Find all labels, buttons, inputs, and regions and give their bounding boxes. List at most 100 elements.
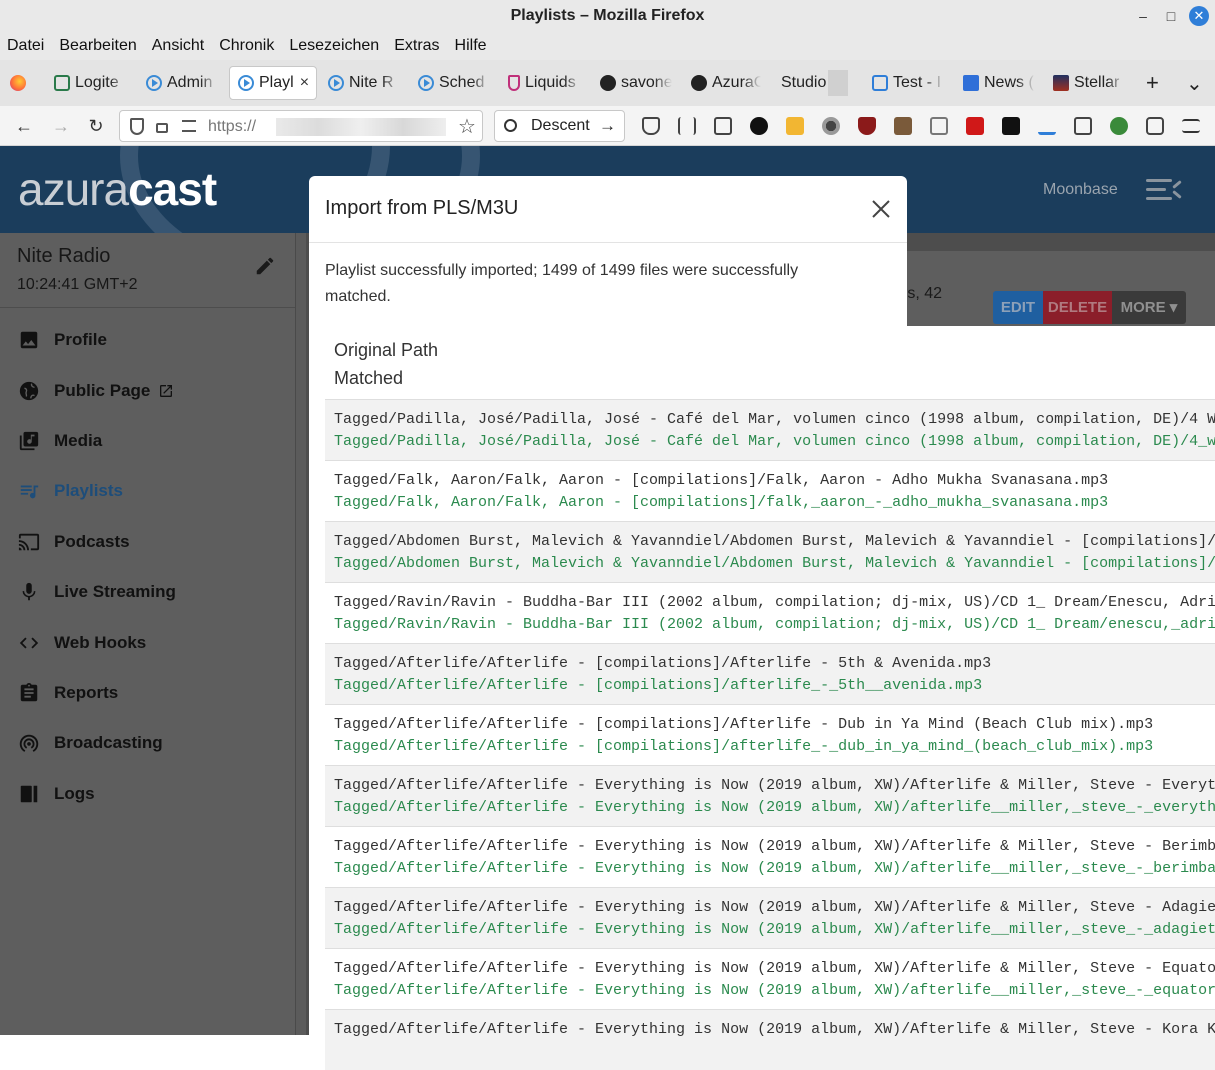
maximize-button[interactable]: □ [1161,6,1181,26]
sidebar-item-reports[interactable]: Reports [18,681,118,705]
window-title: Playlists – Mozilla Firefox [510,7,705,24]
tab-7[interactable]: AzuraC [691,66,761,100]
lock-icon[interactable] [156,123,168,133]
extensions-puzzle-icon[interactable] [1146,117,1164,135]
edit-pencil-icon[interactable] [254,255,276,277]
tab-9[interactable]: Test - I [872,66,944,100]
table-row: Tagged/Afterlife/Afterlife - Everything … [325,826,1215,887]
firefox-view-button[interactable] [10,66,32,100]
search-go-icon[interactable]: → [599,116,616,136]
tab-0[interactable]: Logite [54,66,128,100]
m-extension-icon[interactable] [750,117,768,135]
sidebar-item-broadcasting[interactable]: Broadcasting [18,731,163,755]
sidebar-item-public-page[interactable]: Public Page [18,379,174,403]
original-path: Tagged/Afterlife/Afterlife - Everything … [334,777,1215,794]
sidebar-icon[interactable] [714,117,732,135]
search-bar[interactable]: Descent → [494,110,625,142]
back-arrow-icon[interactable]: ← [13,115,35,137]
tab-3[interactable]: Nite R [328,66,400,100]
sidebar-item-web-hooks[interactable]: Web Hooks [18,631,146,655]
delete-button[interactable]: DELETE [1043,291,1112,324]
reload-icon[interactable]: ↻ [85,115,107,137]
sidebar-item-label: Media [54,431,103,450]
station-time: 10:24:41 GMT+2 [17,276,138,293]
ublock-icon[interactable] [858,117,876,135]
tab-6[interactable]: savone [600,66,672,100]
original-path: Tagged/Afterlife/Afterlife - Everything … [334,960,1215,977]
extension-brown-icon[interactable] [894,117,912,135]
forward-arrow-icon[interactable]: → [50,115,72,137]
external-link-icon [160,385,173,397]
menu-extras[interactable]: Extras [394,37,439,55]
table-row: Tagged/Falk, Aaron/Falk, Aaron - [compil… [325,460,1215,521]
extension-alert-icon[interactable] [1110,117,1128,135]
table-row: Tagged/Abdomen Burst, Malevich & Yavannd… [325,521,1215,582]
table-row: Tagged/Padilla, José/Padilla, José - Caf… [325,399,1215,460]
sidebar-item-podcasts[interactable]: Podcasts [18,530,130,554]
more-dropdown-button[interactable]: MORE ▾ [1112,291,1186,324]
menu-hilfe[interactable]: Hilfe [455,37,487,55]
sidebar: Nite Radio 10:24:41 GMT+2 Profile Public… [0,233,296,1035]
tab-2[interactable]: Playl × [229,66,317,100]
tab-2-label: Playl [259,74,294,91]
tab-8[interactable]: Studio [781,66,851,100]
logo-text-bold: cast [128,163,217,215]
pocket-icon[interactable] [642,117,660,135]
shield-icon[interactable] [130,118,144,135]
matched-path: Tagged/Padilla, José/Padilla, José - Caf… [334,433,1215,450]
url-bar[interactable]: https:// ☆ [119,110,483,142]
close-tab-icon[interactable]: × [300,74,309,92]
column-matched: Matched [334,368,404,388]
md-extension-icon[interactable] [1038,117,1056,135]
extension-yellow-icon[interactable] [786,117,804,135]
sidebar-item-label: Reports [54,683,119,702]
news-extension-icon[interactable] [1074,117,1092,135]
markdown-icon[interactable] [1002,117,1020,135]
sidebar-item-profile[interactable]: Profile [18,328,107,352]
sidebar-divider [0,307,295,308]
sidebar-item-label: Public Page [54,381,151,400]
matched-path: Tagged/Afterlife/Afterlife - [compilatio… [334,738,1154,755]
minimize-button[interactable]: – [1133,6,1153,26]
menu-datei[interactable]: Datei [7,37,44,55]
menu-chronik[interactable]: Chronik [219,37,274,55]
youtube-extension-icon[interactable] [966,117,984,135]
tab-10[interactable]: News ( [963,66,1035,100]
close-icon[interactable] [870,198,892,220]
station-menu-link[interactable]: Moonbase [1043,181,1118,199]
original-path: Tagged/Falk, Aaron/Falk, Aaron - [compil… [334,472,1109,489]
tab-list-button[interactable]: ⌄ [1186,66,1206,100]
url-text[interactable]: https:// [208,118,256,136]
new-tab-button[interactable]: + [1146,66,1166,100]
search-text: Descent [531,117,590,134]
sidebar-item-label: Web Hooks [54,633,147,652]
edit-button[interactable]: EDIT [993,291,1043,324]
original-path: Tagged/Afterlife/Afterlife - Everything … [334,838,1215,855]
tab-5[interactable]: Liquids [508,66,582,100]
assignment-icon [20,682,38,702]
sidebar-item-media[interactable]: Media [18,429,102,453]
matched-path: Tagged/Afterlife/Afterlife - Everything … [334,982,1215,999]
menu-ansicht[interactable]: Ansicht [152,37,204,55]
import-success-message: Playlist successfully imported; 1499 of … [325,262,799,305]
menu-bearbeiten[interactable]: Bearbeiten [59,37,136,55]
tab-1[interactable]: Admin [146,66,218,100]
reader-icon[interactable] [930,117,948,135]
tab-11[interactable]: Stellar [1053,66,1125,100]
menu-toggle-icon[interactable] [1146,177,1182,203]
bookmark-star-icon[interactable]: ☆ [458,114,476,139]
menu-lesezeichen[interactable]: Lesezeichen [289,37,379,55]
extension-dots-icon[interactable] [822,117,840,135]
hamburger-menu-icon[interactable] [1182,119,1200,133]
library-icon[interactable] [678,117,696,135]
sidebar-item-live-streaming[interactable]: Live Streaming [18,580,176,604]
original-path: Tagged/Afterlife/Afterlife - [compilatio… [334,716,1154,733]
permissions-icon[interactable] [182,120,196,132]
azuracast-logo[interactable]: azuracast [18,162,217,216]
sidebar-item-playlists[interactable]: Playlists [18,479,123,503]
sidebar-item-label: Profile [54,330,107,349]
sidebar-item-logs[interactable]: Logs [18,782,95,806]
github-icon [691,75,707,91]
tab-4[interactable]: Sched [418,66,490,100]
close-window-button[interactable]: ✕ [1189,6,1209,26]
